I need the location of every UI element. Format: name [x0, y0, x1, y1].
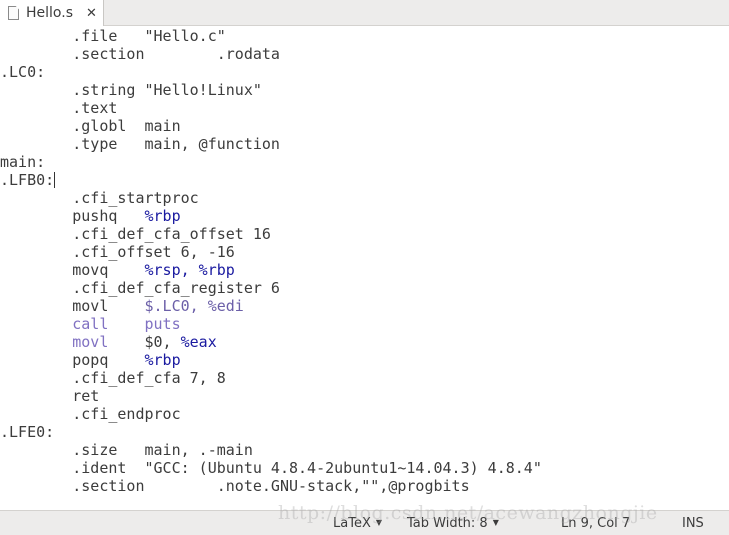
- language-label: LaTeX: [333, 516, 371, 531]
- code-token: .size main, .-main: [0, 441, 253, 459]
- cursor-position: Ln 9, Col 7: [561, 516, 631, 531]
- code-token: .LFB0:: [0, 171, 55, 189]
- code-line[interactable]: .cfi_startproc: [0, 189, 729, 207]
- code-line[interactable]: call puts: [0, 315, 729, 333]
- code-token: main:: [0, 153, 46, 171]
- code-token: %rbp: [144, 207, 181, 225]
- code-token: .file "Hello.c": [0, 27, 226, 45]
- code-token: movl: [0, 297, 145, 315]
- chevron-down-icon: ▼: [492, 518, 499, 527]
- code-line[interactable]: .cfi_def_cfa_register 6: [0, 279, 729, 297]
- code-token: .cfi_def_cfa_offset 16: [0, 225, 271, 243]
- insert-mode: INS: [682, 516, 704, 531]
- code-token: .LFE0:: [0, 423, 55, 441]
- code-token: .cfi_def_cfa_register 6: [0, 279, 280, 297]
- code-token: .section .note.GNU-stack,"",@progbits: [0, 477, 470, 495]
- code-token: .type main, @function: [0, 135, 280, 153]
- code-line[interactable]: movl $0, %eax: [0, 333, 729, 351]
- code-token: %eax: [180, 333, 217, 351]
- code-token: popq: [0, 351, 145, 369]
- code-token: $0,: [108, 333, 181, 351]
- code-line[interactable]: .LC0:: [0, 63, 729, 81]
- code-line[interactable]: .cfi_def_cfa 7, 8: [0, 369, 729, 387]
- code-token: .globl main: [0, 117, 181, 135]
- code-token: .string "Hello!Linux": [0, 81, 262, 99]
- code-token: .ident "GCC: (Ubuntu 4.8.4-2ubuntu1~14.0…: [0, 459, 542, 477]
- code-token: pushq: [0, 207, 145, 225]
- code-line[interactable]: .type main, @function: [0, 135, 729, 153]
- code-token: movl: [72, 333, 109, 351]
- code-line[interactable]: main:: [0, 153, 729, 171]
- tab-hello-s[interactable]: Hello.s ✕: [0, 0, 104, 26]
- code-token: call puts: [72, 315, 181, 333]
- code-line[interactable]: .cfi_endproc: [0, 405, 729, 423]
- code-line[interactable]: pushq %rbp: [0, 207, 729, 225]
- text-cursor: [54, 172, 56, 188]
- code-line[interactable]: .text: [0, 99, 729, 117]
- code-line[interactable]: popq %rbp: [0, 351, 729, 369]
- code-line[interactable]: movq %rsp, %rbp: [0, 261, 729, 279]
- code-token: %rsp, %rbp: [144, 261, 235, 279]
- tab-width-selector[interactable]: Tab Width: 8 ▼: [407, 516, 499, 531]
- tab-width-label: Tab Width: 8: [407, 516, 488, 531]
- code-line[interactable]: movl $.LC0, %edi: [0, 297, 729, 315]
- document-icon: [8, 6, 19, 20]
- code-area[interactable]: .file "Hello.c" .section .rodata .LC0: .s…: [0, 27, 729, 495]
- code-line[interactable]: .section .note.GNU-stack,"",@progbits: [0, 477, 729, 495]
- code-line[interactable]: ret: [0, 387, 729, 405]
- code-token: .cfi_startproc: [0, 189, 199, 207]
- tab-bar: Hello.s ✕: [0, 0, 729, 26]
- code-token: ret: [0, 387, 100, 405]
- code-line[interactable]: .size main, .-main: [0, 441, 729, 459]
- code-line[interactable]: .string "Hello!Linux": [0, 81, 729, 99]
- code-token: .cfi_offset 6, -16: [0, 243, 235, 261]
- code-line[interactable]: .cfi_offset 6, -16: [0, 243, 729, 261]
- close-icon[interactable]: ✕: [86, 6, 97, 21]
- code-token: .text: [0, 99, 118, 117]
- code-line[interactable]: .section .rodata: [0, 45, 729, 63]
- code-line[interactable]: .cfi_def_cfa_offset 16: [0, 225, 729, 243]
- code-token: movq: [0, 261, 145, 279]
- language-selector[interactable]: LaTeX ▼: [333, 516, 382, 531]
- chevron-down-icon: ▼: [375, 518, 383, 527]
- code-token: .section .rodata: [0, 45, 280, 63]
- tab-label: Hello.s: [26, 5, 73, 21]
- code-token: %rbp: [144, 351, 181, 369]
- code-token: .cfi_endproc: [0, 405, 181, 423]
- code-token: .LC0:: [0, 63, 46, 81]
- code-line[interactable]: .LFE0:: [0, 423, 729, 441]
- code-line[interactable]: .LFB0:: [0, 171, 729, 189]
- code-line[interactable]: .ident "GCC: (Ubuntu 4.8.4-2ubuntu1~14.0…: [0, 459, 729, 477]
- code-token: $.LC0, %edi: [144, 297, 244, 315]
- text-editor[interactable]: .file "Hello.c" .section .rodata .LC0: .s…: [0, 27, 729, 509]
- code-line[interactable]: .globl main: [0, 117, 729, 135]
- status-bar: LaTeX ▼ Tab Width: 8 ▼ Ln 9, Col 7 INS: [0, 510, 729, 535]
- code-line[interactable]: .file "Hello.c": [0, 27, 729, 45]
- code-token: .cfi_def_cfa 7, 8: [0, 369, 226, 387]
